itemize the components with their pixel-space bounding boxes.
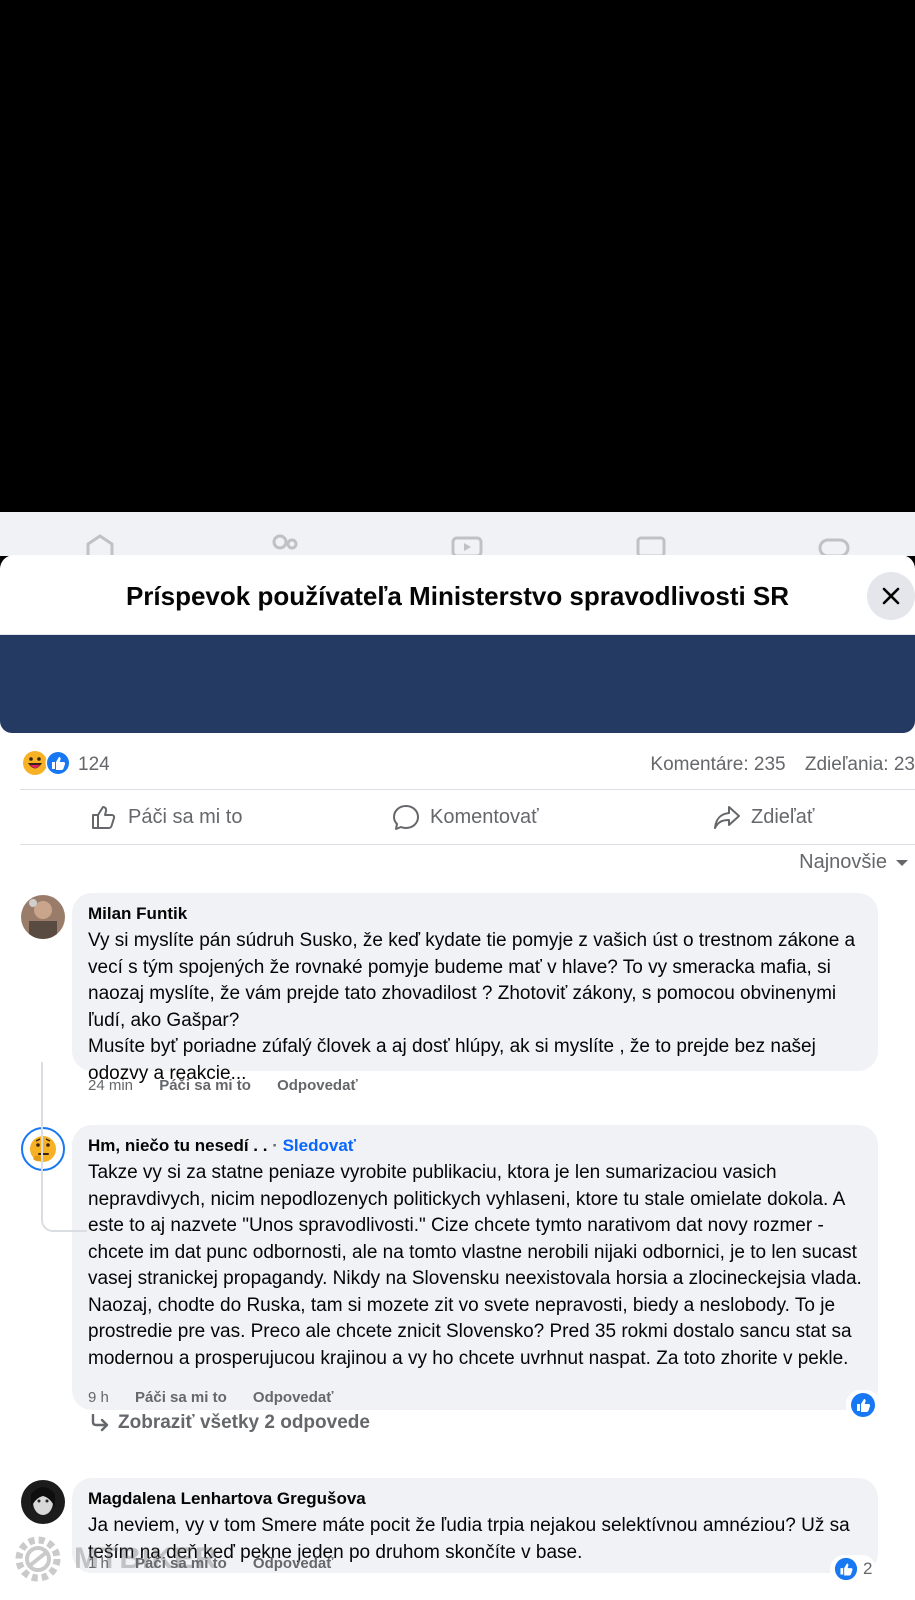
- comment-button[interactable]: Komentovať: [392, 790, 539, 844]
- comment-time[interactable]: 24 min: [88, 1077, 133, 1094]
- thumbs-up-icon: [92, 806, 116, 829]
- comment-meta: 24 min Páči sa mi to Odpovedať: [88, 1077, 380, 1094]
- video-area: [0, 0, 915, 512]
- avatar[interactable]: [21, 895, 65, 939]
- thread-line: [41, 1062, 87, 1232]
- comment-bubble[interactable]: Hm, niečo tu nesedí . . · Sledovať Takze…: [72, 1125, 878, 1410]
- view-replies-label: Zobraziť všetky 2 odpovede: [118, 1412, 370, 1433]
- home-icon[interactable]: [84, 534, 116, 556]
- like-button[interactable]: Páči sa mi to: [90, 790, 242, 844]
- share-count[interactable]: Zdieľania: 23: [805, 754, 915, 775]
- bottom-navbar: [0, 512, 915, 556]
- gear-logo-icon: [15, 1536, 61, 1582]
- reaction-count[interactable]: 124: [78, 754, 110, 776]
- share-icon: [714, 806, 740, 829]
- comment-count[interactable]: Komentáre: 235: [650, 754, 785, 775]
- reply-arrow-icon: [91, 1414, 109, 1432]
- follow-separator: ·: [267, 1136, 283, 1155]
- comment-icon: [393, 805, 419, 830]
- like-label: Páči sa mi to: [128, 805, 243, 828]
- like-reaction-icon: [851, 1393, 875, 1417]
- close-icon: [882, 587, 900, 605]
- comment-author[interactable]: Magdalena Lenhartova Gregušova: [88, 1488, 862, 1510]
- comment-reply-link[interactable]: Odpovedať: [253, 1555, 334, 1572]
- comment-meta: 9 h Páči sa mi to Odpovedať: [88, 1389, 355, 1406]
- comment-text: Vy si myslíte pán súdruh Susko, že keď k…: [88, 930, 856, 1084]
- reaction-icons[interactable]: [22, 750, 74, 776]
- gaming-icon[interactable]: [818, 534, 850, 556]
- modal-header: Príspevok používateľa Ministerstvo sprav…: [0, 555, 915, 635]
- comment-reply-link[interactable]: Odpovedať: [277, 1077, 358, 1094]
- comment-author[interactable]: Hm, niečo tu nesedí . .: [88, 1136, 267, 1155]
- sort-label: Najnovšie: [799, 851, 887, 873]
- comment-label: Komentovať: [430, 805, 539, 828]
- comment-reaction-badge[interactable]: [846, 1390, 880, 1420]
- watermark-text: MTBIKER: [74, 1542, 218, 1575]
- comment-header: Hm, niečo tu nesedí . . · Sledovať: [88, 1135, 862, 1157]
- like-reaction-icon: [45, 750, 71, 776]
- watermark: MTBIKER: [12, 1533, 218, 1585]
- avatar-image: [21, 1480, 65, 1524]
- post-actions: Páči sa mi to Komentovať Zdieľať: [20, 789, 915, 845]
- post-modal: Príspevok používateľa Ministerstvo sprav…: [0, 555, 915, 1600]
- like-reaction-icon: [834, 1557, 858, 1581]
- avatar[interactable]: [21, 1480, 65, 1524]
- close-button[interactable]: [867, 572, 915, 620]
- avatar-image: [21, 895, 65, 939]
- share-button[interactable]: Zdieľať: [713, 790, 814, 844]
- sort-dropdown[interactable]: Najnovšie: [799, 851, 915, 874]
- comment-author[interactable]: Milan Funtik: [88, 903, 862, 925]
- view-replies-link[interactable]: Zobraziť všetky 2 odpovede: [90, 1412, 370, 1434]
- post-image[interactable]: [0, 635, 915, 733]
- follow-link[interactable]: Sledovať: [283, 1136, 356, 1155]
- modal-title: Príspevok používateľa Ministerstvo sprav…: [125, 581, 790, 611]
- comment-reply-link[interactable]: Odpovedať: [253, 1389, 334, 1406]
- friends-icon[interactable]: [268, 534, 300, 556]
- video-icon[interactable]: [451, 534, 483, 556]
- comment-like-link[interactable]: Páči sa mi to: [135, 1389, 227, 1406]
- comment-time[interactable]: 9 h: [88, 1389, 109, 1406]
- caret-down-icon: [896, 859, 908, 866]
- post-stats: 124 Komentáre: 235 Zdieľania: 23: [22, 747, 915, 781]
- comment-text: Takze vy si za statne peniaze vyrobite p…: [88, 1162, 862, 1369]
- comment-reaction-badge[interactable]: 2: [830, 1555, 877, 1583]
- marketplace-icon[interactable]: [635, 534, 667, 556]
- haha-icon: [23, 751, 47, 775]
- comment-bubble[interactable]: Milan Funtik Vy si myslíte pán súdruh Su…: [72, 893, 878, 1084]
- share-label: Zdieľať: [751, 805, 815, 828]
- reaction-count: 2: [863, 1559, 873, 1578]
- comment-like-link[interactable]: Páči sa mi to: [159, 1077, 251, 1094]
